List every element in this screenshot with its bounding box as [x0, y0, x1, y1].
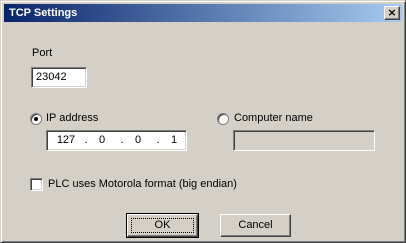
close-icon: × — [387, 6, 397, 19]
radio-selected-dot — [34, 117, 38, 121]
computer-name-input[interactable] — [233, 130, 375, 151]
cancel-button[interactable]: Cancel — [220, 214, 291, 237]
tcp-settings-dialog: TCP Settings × Port 23042 IP address 127… — [0, 0, 406, 243]
close-button[interactable]: × — [384, 6, 400, 20]
ok-button-label: OK — [154, 219, 171, 231]
ip-separator: . — [120, 134, 124, 146]
port-label: Port — [32, 47, 53, 59]
motorola-format-checkbox[interactable] — [30, 178, 43, 191]
motorola-format-label[interactable]: PLC uses Motorola format (big endian) — [48, 178, 237, 191]
ip-octet-4[interactable]: 1 — [163, 134, 185, 147]
ip-address-field[interactable]: 127 . 0 . 0 . 1 — [46, 130, 187, 151]
ip-separator: . — [156, 134, 160, 146]
ip-address-label[interactable]: IP address — [46, 112, 98, 125]
window-title: TCP Settings — [9, 7, 78, 19]
ip-address-radio[interactable] — [30, 113, 42, 125]
computer-name-radio[interactable] — [217, 113, 229, 125]
port-input[interactable]: 23042 — [31, 67, 87, 88]
ip-octet-1[interactable]: 127 — [55, 134, 77, 147]
ip-octet-2[interactable]: 0 — [91, 134, 113, 147]
ip-octet-3[interactable]: 0 — [127, 134, 149, 147]
computer-name-label[interactable]: Computer name — [234, 112, 313, 125]
ok-button[interactable]: OK — [126, 213, 199, 238]
title-bar[interactable]: TCP Settings × — [4, 4, 402, 22]
cancel-button-label: Cancel — [238, 219, 273, 231]
ip-separator: . — [84, 134, 88, 146]
port-value: 23042 — [36, 71, 67, 83]
